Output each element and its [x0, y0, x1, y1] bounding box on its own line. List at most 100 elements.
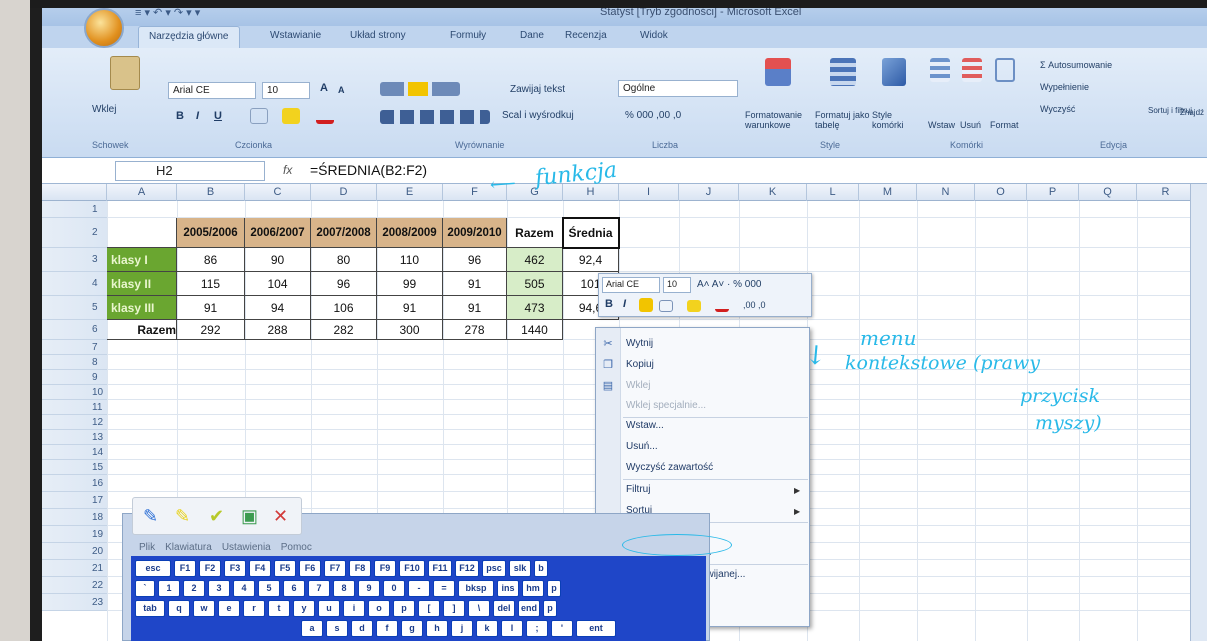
context-menu-item-6[interactable]: Usuń... — [626, 441, 658, 452]
mini-size-box[interactable]: 10 — [663, 277, 691, 293]
paste-icon[interactable] — [110, 56, 140, 90]
save-icon[interactable]: ▣ — [241, 506, 258, 527]
key-12[interactable]: F12 — [455, 560, 479, 577]
data-cell[interactable]: 505 — [507, 272, 563, 296]
data-cell[interactable]: 104 — [245, 272, 311, 296]
total-label-cell[interactable]: Razem — [107, 320, 177, 340]
paste-label[interactable]: Wklej — [92, 104, 116, 115]
align-buttons-icon[interactable] — [380, 110, 490, 124]
grow-font-button[interactable]: A — [320, 82, 328, 94]
data-cell[interactable]: 91 — [443, 272, 507, 296]
key-3[interactable]: 3 — [208, 580, 230, 597]
key-0[interactable]: ` — [135, 580, 155, 597]
total-cell[interactable]: 282 — [311, 320, 377, 340]
key-15[interactable]: end — [518, 600, 540, 617]
key-3[interactable]: F3 — [224, 560, 246, 577]
format-table-icon[interactable] — [830, 58, 856, 86]
format-table-label[interactable]: Formatuj jako tabelę — [815, 110, 875, 130]
data-cell[interactable]: 80 — [311, 248, 377, 272]
column-header-r[interactable]: R — [1137, 184, 1195, 201]
underline-button[interactable]: U — [214, 110, 222, 122]
key-5[interactable]: h — [426, 620, 448, 637]
header-cell[interactable]: 2008/2009 — [377, 218, 443, 248]
data-cell[interactable]: 99 — [377, 272, 443, 296]
data-cell[interactable]: 86 — [177, 248, 245, 272]
close-icon[interactable]: ✕ — [273, 506, 288, 527]
key-9[interactable]: o — [368, 600, 390, 617]
key-11[interactable]: [ — [418, 600, 440, 617]
key-2[interactable]: 2 — [183, 580, 205, 597]
header-cell[interactable]: 2007/2008 — [311, 218, 377, 248]
key-2[interactable]: d — [351, 620, 373, 637]
data-cell[interactable]: 473 — [507, 296, 563, 320]
key-6[interactable]: F6 — [299, 560, 321, 577]
conditional-format-icon[interactable] — [765, 58, 791, 86]
column-header-i[interactable]: I — [619, 184, 679, 201]
key-1[interactable]: s — [326, 620, 348, 637]
key-6[interactable]: y — [293, 600, 315, 617]
context-menu-item-3[interactable]: Wklej — [626, 380, 650, 391]
clear-button[interactable]: Wyczyść — [1040, 104, 1075, 114]
key-8[interactable]: i — [343, 600, 365, 617]
column-header-j[interactable]: J — [679, 184, 739, 201]
mini-borders-icon[interactable] — [659, 300, 673, 312]
format-cells-ribbon-icon[interactable] — [995, 58, 1015, 82]
key-0[interactable]: tab — [135, 600, 165, 617]
key-6[interactable]: j — [451, 620, 473, 637]
data-cell[interactable]: 92,4 — [563, 248, 619, 272]
number-format-box[interactable]: Ogólne — [618, 80, 738, 97]
fill-color-icon[interactable] — [282, 108, 300, 124]
font-size-box[interactable]: 10 — [262, 82, 310, 99]
data-cell[interactable]: 96 — [311, 272, 377, 296]
name-box[interactable]: H2 — [115, 161, 265, 181]
context-menu-item-1[interactable]: Wytnij — [626, 338, 653, 349]
tab-home[interactable]: Narzędzia główne — [138, 26, 240, 48]
context-menu-item-8[interactable]: Filtruj — [626, 484, 650, 495]
pen-icon[interactable]: ✎ — [143, 506, 158, 527]
data-cell[interactable]: 94 — [245, 296, 311, 320]
mini-decimal-buttons[interactable]: ,00 ,0 — [743, 300, 766, 310]
key-5[interactable]: t — [268, 600, 290, 617]
key-5[interactable]: 5 — [258, 580, 280, 597]
total-cell[interactable]: 292 — [177, 320, 245, 340]
delete-cells-icon[interactable] — [962, 58, 982, 82]
cell-styles-label[interactable]: Style komórki — [872, 110, 912, 130]
borders-icon[interactable] — [250, 108, 268, 124]
context-menu-item-5[interactable]: Wstaw... — [626, 420, 664, 431]
key-0[interactable]: a — [301, 620, 323, 637]
key-11[interactable]: F11 — [428, 560, 452, 577]
class-label-cell[interactable]: klasy I — [107, 248, 177, 272]
insert-cells-icon[interactable] — [930, 58, 950, 82]
context-menu-item-2[interactable]: Kopiuj — [626, 359, 654, 370]
mini-font-box[interactable]: Arial CE — [602, 277, 660, 293]
key-8[interactable]: l — [501, 620, 523, 637]
font-name-box[interactable]: Arial CE — [168, 82, 256, 99]
column-header-o[interactable]: O — [975, 184, 1027, 201]
key-9[interactable]: ; — [526, 620, 548, 637]
key-14[interactable]: del — [493, 600, 515, 617]
format-label[interactable]: Format — [990, 120, 1019, 130]
key-16[interactable]: p — [543, 600, 557, 617]
key-8[interactable]: 8 — [333, 580, 355, 597]
cell-styles-icon[interactable] — [882, 58, 906, 86]
font-color-icon[interactable] — [316, 108, 334, 124]
delete-cells-label[interactable]: Usuń — [960, 120, 981, 130]
office-button[interactable] — [84, 8, 124, 48]
key-3[interactable]: f — [376, 620, 398, 637]
key-10[interactable]: F10 — [399, 560, 425, 577]
key-13[interactable]: bksp — [458, 580, 494, 597]
key-4[interactable]: F4 — [249, 560, 271, 577]
key-9[interactable]: F9 — [374, 560, 396, 577]
find-select-button[interactable]: Znajdź i zaznacz — [1180, 108, 1206, 117]
tab-view[interactable]: Widok — [640, 30, 668, 41]
key-4[interactable]: r — [243, 600, 265, 617]
key-3[interactable]: e — [218, 600, 240, 617]
total-cell[interactable]: 1440 — [507, 320, 563, 340]
column-header-q[interactable]: Q — [1079, 184, 1137, 201]
data-cell[interactable]: 90 — [245, 248, 311, 272]
data-cell[interactable]: 106 — [311, 296, 377, 320]
key-7[interactable]: 7 — [308, 580, 330, 597]
key-13[interactable]: \ — [468, 600, 490, 617]
fill-button[interactable]: Wypełnienie — [1040, 82, 1089, 92]
keyboard-menu-plik[interactable]: Plik — [139, 542, 155, 553]
